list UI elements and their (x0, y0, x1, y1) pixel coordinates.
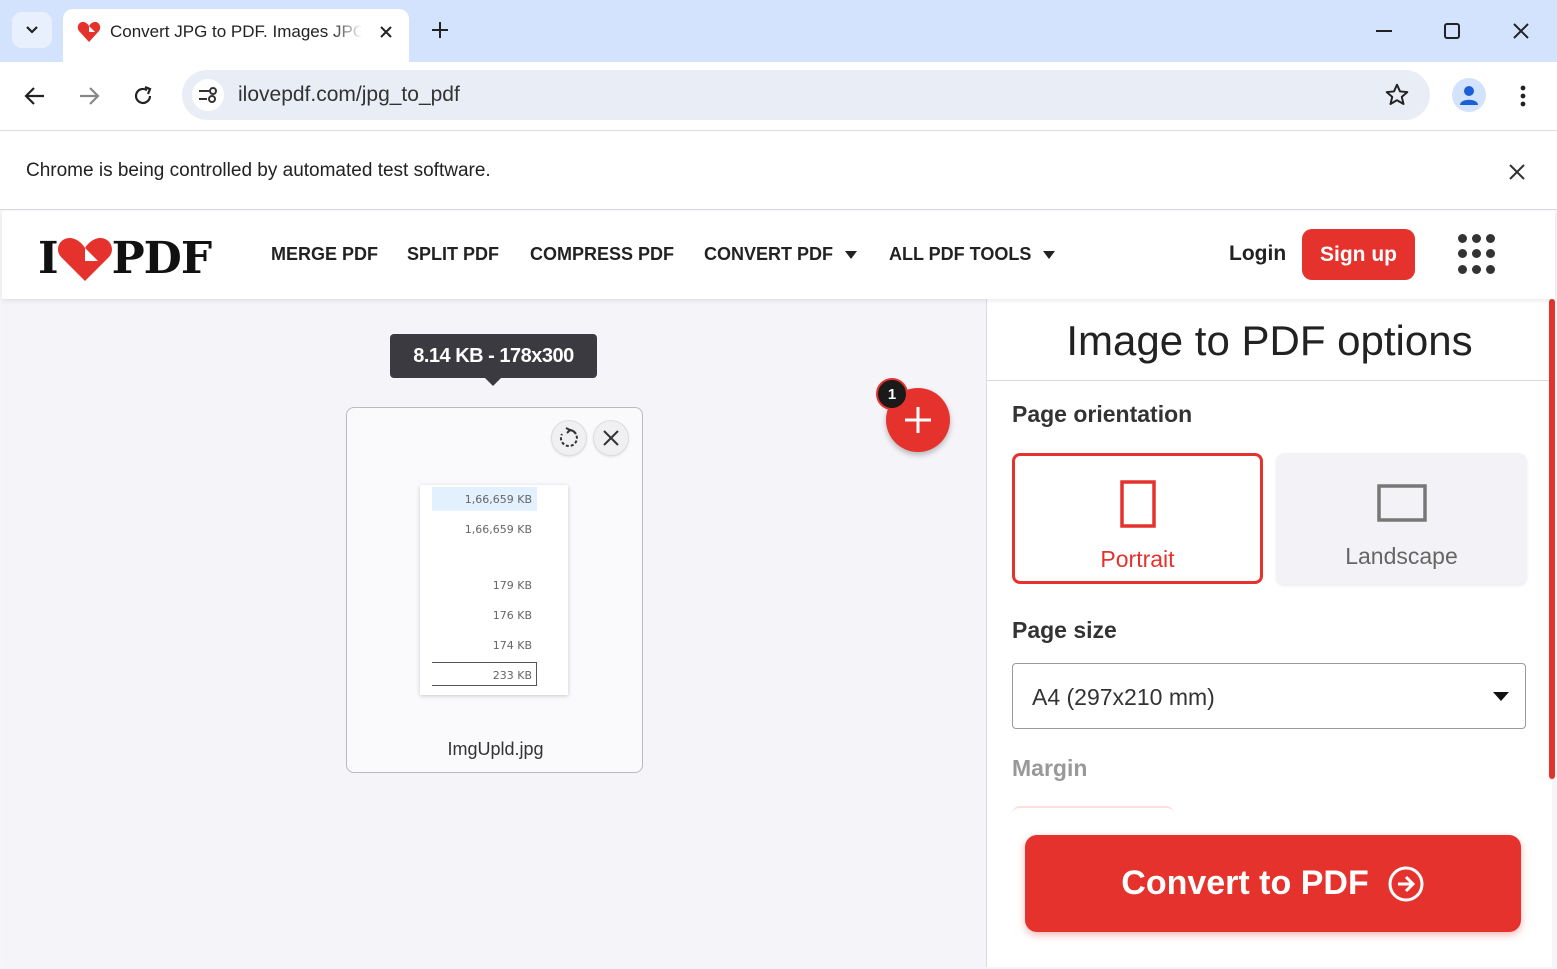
file-workspace: 8.14 KB - 178x300 1,66,659 KB 1,66,659 K… (2, 299, 986, 967)
apps-grid-icon[interactable] (1458, 234, 1498, 274)
portrait-page-icon (1120, 480, 1156, 528)
close-icon (603, 430, 619, 446)
nav-label: CONVERT PDF (704, 244, 834, 264)
divider (987, 380, 1552, 381)
tab-close-icon[interactable] (373, 19, 399, 45)
new-tab-button[interactable] (424, 14, 456, 46)
address-bar[interactable]: ilovepdf.com/jpg_to_pdf (182, 70, 1430, 120)
sidebar-title: Image to PDF options (1066, 317, 1473, 364)
convert-to-pdf-button[interactable]: Convert to PDF (1025, 835, 1521, 932)
minimize-button[interactable] (1364, 14, 1404, 48)
browser-menu-button[interactable] (1508, 78, 1538, 114)
tab-search-button[interactable] (12, 12, 52, 48)
nav-convert-pdf[interactable]: CONVERT PDF (704, 244, 858, 265)
infobar-message: Chrome is being controlled by automated … (26, 160, 491, 181)
file-card[interactable]: 1,66,659 KB 1,66,659 KB 179 KB 176 KB 17… (346, 407, 643, 773)
remove-file-button[interactable] (593, 420, 629, 456)
nav-label: SPLIT PDF (407, 244, 500, 264)
landscape-option[interactable]: Landscape (1276, 453, 1527, 584)
browser-toolbar: ilovepdf.com/jpg_to_pdf (0, 62, 1557, 130)
nav-label: COMPRESS PDF (530, 244, 675, 264)
caret-down-icon (845, 250, 858, 259)
nav-merge-pdf[interactable]: MERGE PDF (271, 244, 378, 265)
back-arrow-icon (24, 87, 44, 105)
heart-logo-icon (57, 237, 112, 281)
automation-infobar: Chrome is being controlled by automated … (0, 130, 1557, 210)
bookmark-star-icon[interactable] (1384, 82, 1410, 113)
maximize-button[interactable] (1432, 14, 1472, 48)
active-tab[interactable]: Convert JPG to PDF. Images JPG to PDF (63, 9, 409, 62)
site-info-icon[interactable] (192, 79, 224, 111)
url-text[interactable]: ilovepdf.com/jpg_to_pdf (238, 83, 460, 107)
logo-text-right: PDF (111, 233, 212, 284)
maximize-icon (1444, 23, 1460, 39)
landscape-label: Landscape (1345, 543, 1458, 569)
portrait-label: Portrait (1100, 546, 1175, 572)
file-thumbnail: 1,66,659 KB 1,66,659 KB 179 KB 176 KB 17… (420, 485, 568, 695)
plus-icon (905, 407, 931, 433)
file-name: ImgUpld.jpg (447, 739, 544, 759)
nav-label: ALL PDF TOOLS (889, 244, 1032, 264)
arrow-right-circle-icon (1388, 866, 1424, 901)
sidebar-scrollbar[interactable] (1549, 299, 1555, 779)
thumbnail-text: 176 KB (492, 609, 532, 622)
portrait-option[interactable]: Portrait (1012, 453, 1263, 584)
signup-button[interactable]: Sign up (1302, 229, 1415, 280)
nav-compress-pdf[interactable]: COMPRESS PDF (530, 244, 674, 265)
thumbnail-text: 1,66,659 KB (464, 493, 532, 506)
caret-down-icon (1043, 250, 1056, 259)
options-sidebar: Image to PDF options Page orientation Po… (986, 299, 1552, 967)
margin-label: Margin (1012, 755, 1088, 781)
convert-button-label: Convert to PDF (1121, 864, 1369, 902)
close-window-button[interactable] (1501, 14, 1541, 48)
caret-down-icon (1493, 692, 1509, 701)
more-vertical-icon (1520, 85, 1526, 107)
nav-all-pdf-tools[interactable]: ALL PDF TOOLS (889, 244, 1056, 265)
nav-split-pdf[interactable]: SPLIT PDF (407, 244, 499, 265)
thumbnail-text: 1,66,659 KB (464, 523, 532, 536)
page-orientation-label: Page orientation (1012, 401, 1193, 427)
tab-strip: Convert JPG to PDF. Images JPG to PDF (0, 0, 1557, 62)
landscape-page-icon (1377, 484, 1427, 522)
tab-title: Convert JPG to PDF. Images JPG to PDF (110, 22, 362, 41)
page-size-value: A4 (297x210 mm) (1032, 684, 1215, 710)
file-count-badge: 1 (876, 378, 908, 410)
site-header: I PDF MERGE PDF SPLIT PDF COMPRESS PDF C… (2, 211, 1555, 299)
reload-icon (134, 85, 152, 105)
minimize-icon (1376, 30, 1392, 32)
page-size-select[interactable]: A4 (297x210 mm) (1012, 663, 1526, 729)
thumbnail-text: 233 KB (492, 669, 532, 682)
plus-icon (432, 22, 448, 38)
ilovepdf-logo[interactable]: I PDF (38, 233, 212, 284)
thumbnail-text: 174 KB (492, 639, 532, 652)
margin-option[interactable] (1012, 806, 1174, 816)
login-link[interactable]: Login (1229, 242, 1286, 266)
rotate-button[interactable] (551, 420, 587, 456)
infobar-close-icon[interactable] (1502, 157, 1532, 187)
ilovepdf-favicon-icon (77, 21, 101, 42)
file-info-tooltip: 8.14 KB - 178x300 (390, 334, 597, 386)
back-button[interactable] (17, 78, 53, 114)
chevron-down-icon (26, 26, 38, 34)
forward-arrow-icon (80, 87, 100, 105)
nav-label: MERGE PDF (271, 244, 379, 264)
forward-button[interactable] (71, 78, 107, 114)
thumbnail-text: 179 KB (492, 579, 532, 592)
profile-avatar-icon[interactable] (1452, 78, 1486, 112)
page-size-label: Page size (1012, 617, 1117, 643)
rotate-icon (559, 427, 578, 447)
close-icon (1513, 23, 1529, 39)
reload-button[interactable] (125, 78, 161, 114)
